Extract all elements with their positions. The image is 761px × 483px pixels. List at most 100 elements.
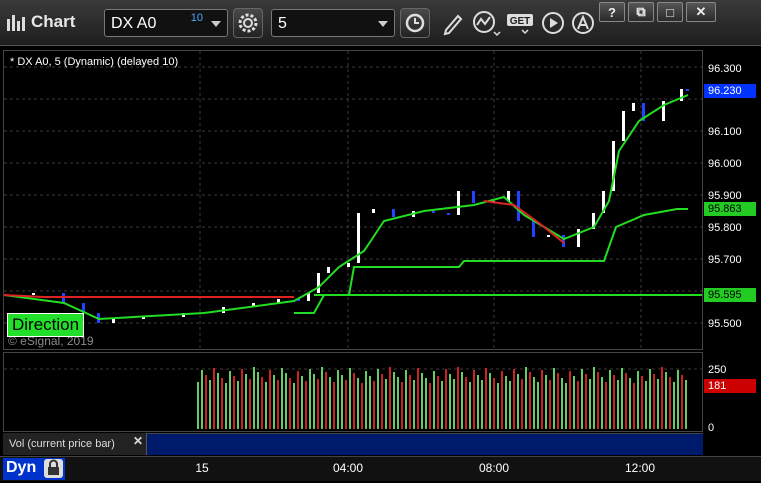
volume-bar	[373, 381, 375, 429]
volume-bar	[545, 375, 547, 429]
candle	[32, 293, 35, 295]
volume-bar	[565, 383, 567, 429]
volume-bar	[437, 376, 439, 429]
volume-bar	[213, 368, 215, 429]
study-title: * DX A0, 5 (Dynamic) (delayed 10)	[10, 56, 179, 68]
help-button[interactable]: ?	[599, 2, 625, 22]
volume-bar	[285, 373, 287, 429]
maximize-button[interactable]: □	[657, 2, 683, 22]
symbol-input[interactable]: DX A0 10	[104, 9, 228, 37]
volume-bar	[477, 375, 479, 429]
time-label: 12:00	[624, 461, 656, 475]
close-button[interactable]: ✕	[686, 2, 716, 22]
price-label: 95.500	[708, 318, 742, 330]
volume-bar	[469, 382, 471, 429]
volume-bar	[233, 376, 235, 429]
trailing-stop-line	[483, 200, 565, 244]
candle	[457, 191, 460, 215]
restore-button[interactable]: ⧉	[628, 2, 654, 22]
studies-button[interactable]	[472, 10, 502, 38]
volume-bar	[237, 381, 239, 429]
candle	[577, 229, 580, 247]
candle	[472, 191, 475, 203]
volume-bar	[205, 375, 207, 429]
close-icon[interactable]: ✕	[133, 434, 143, 448]
time-label: 04:00	[332, 461, 364, 475]
volume-bar	[661, 367, 663, 429]
upper-line-tag: 95.863	[704, 202, 756, 216]
chevron-down-icon[interactable]	[211, 21, 221, 27]
volume-bar	[561, 378, 563, 429]
lock-icon[interactable]	[44, 459, 63, 478]
volume-bar	[493, 378, 495, 429]
svg-text:GET: GET	[510, 16, 531, 27]
price-label: 96.300	[708, 63, 742, 75]
volume-bar	[409, 375, 411, 429]
volume-bar	[197, 382, 199, 429]
volume-bar	[309, 369, 311, 429]
volume-bar	[201, 370, 203, 429]
volume-bar	[361, 383, 363, 429]
get-icon: GET	[507, 14, 533, 35]
get-data-button[interactable]: GET	[506, 12, 536, 38]
volume-bar	[593, 367, 595, 429]
volume-bar	[677, 370, 679, 429]
candle	[112, 319, 115, 323]
volume-bar	[365, 371, 367, 429]
volume-chart-svg	[4, 367, 702, 429]
volume-bar	[489, 373, 491, 429]
volume-bar	[553, 368, 555, 429]
settings-button[interactable]	[233, 8, 263, 38]
volume-bar	[345, 380, 347, 429]
volume-bar	[445, 369, 447, 429]
alert-icon	[572, 12, 594, 34]
candle	[622, 111, 625, 141]
play-button[interactable]	[540, 10, 568, 38]
volume-bar	[549, 380, 551, 429]
alerts-button[interactable]	[570, 10, 598, 38]
time-template-button[interactable]	[400, 8, 430, 38]
volume-bar	[333, 382, 335, 429]
volume-bar	[397, 377, 399, 429]
volume-bar	[261, 377, 263, 429]
volume-bar	[257, 372, 259, 429]
volume-bar	[597, 372, 599, 429]
trailing-stop-line	[4, 294, 294, 298]
moving-average-line	[4, 94, 689, 321]
volume-bar	[293, 383, 295, 429]
volume-bar	[277, 380, 279, 429]
chevron-down-icon[interactable]	[378, 21, 388, 27]
candle	[372, 209, 375, 213]
time-label: 15	[195, 461, 209, 475]
volume-bar	[281, 368, 283, 429]
volume-current-tag: 181	[704, 379, 756, 393]
volume-bar	[325, 372, 327, 429]
volume-bar	[253, 367, 255, 429]
volume-bar	[665, 372, 667, 429]
volume-bar	[405, 370, 407, 429]
volume-bar	[525, 367, 527, 429]
draw-tools-button[interactable]	[440, 10, 466, 36]
play-icon	[542, 12, 564, 34]
candle	[447, 213, 450, 215]
volume-bar	[249, 379, 251, 429]
volume-bar	[353, 373, 355, 429]
volume-axis-label: 250	[708, 364, 727, 376]
symbol-delay-badge: 10	[190, 12, 203, 24]
volume-bar	[613, 375, 615, 429]
candle	[327, 267, 330, 273]
volume-bar	[381, 374, 383, 429]
volume-study-label[interactable]: Vol (current price bar)	[3, 433, 147, 455]
volume-bar	[605, 382, 607, 429]
volume-bar	[617, 380, 619, 429]
volume-bar	[569, 371, 571, 429]
volume-bar	[341, 375, 343, 429]
price-chart-pane[interactable]	[3, 50, 703, 350]
interval-input[interactable]: 5	[271, 9, 395, 37]
volume-bar	[297, 371, 299, 429]
volume-pane[interactable]	[3, 352, 703, 432]
app-title: Chart	[6, 12, 75, 32]
price-label: 95.700	[708, 254, 742, 266]
upper-step-line	[294, 208, 688, 314]
volume-bar	[289, 378, 291, 429]
